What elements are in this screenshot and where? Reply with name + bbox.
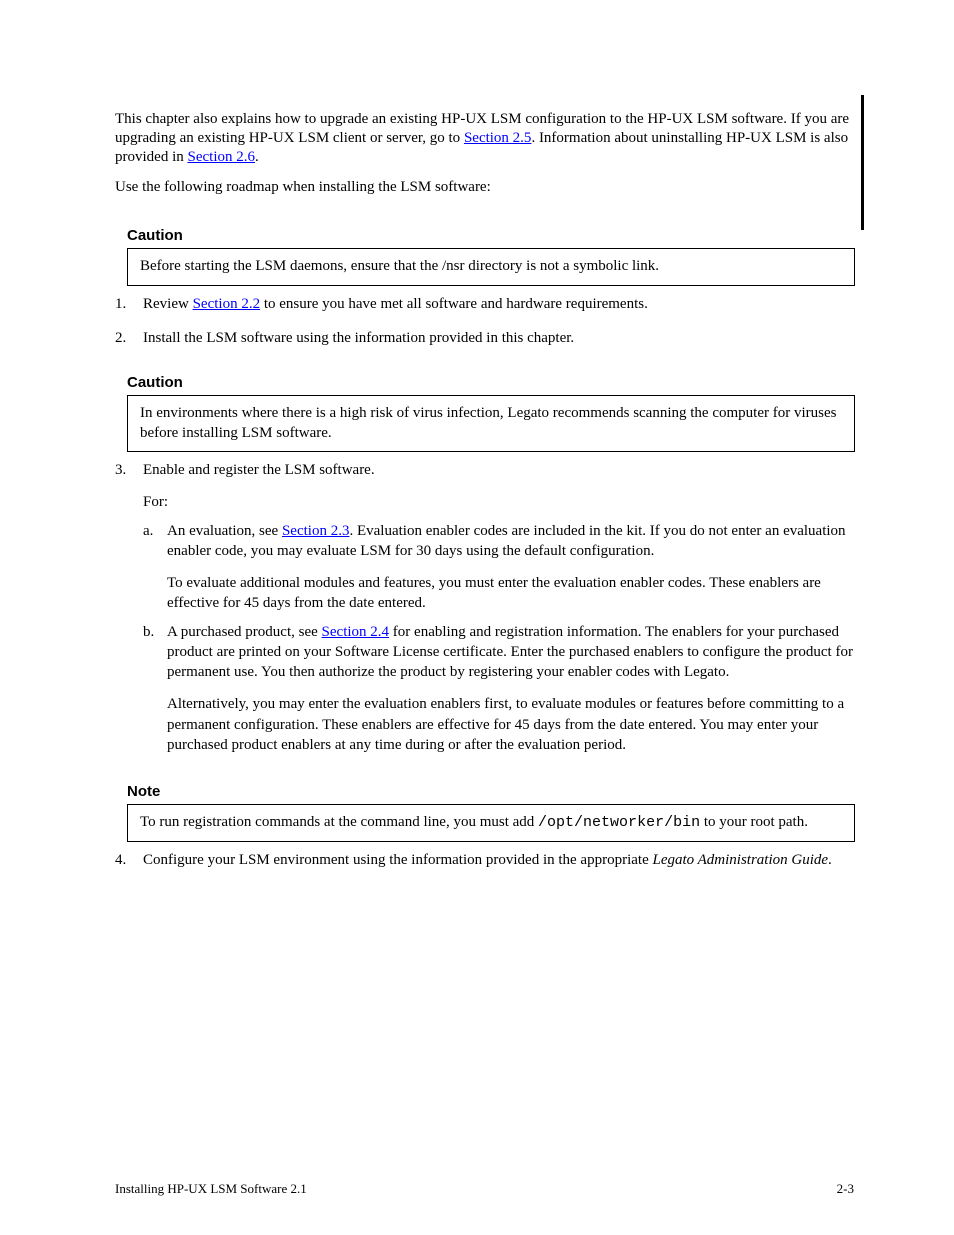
change-bar [861,95,864,230]
substep-b: b. A purchased product, see Section 2.4 … [143,622,855,756]
substep-a: a. An evaluation, see Section 2.3. Evalu… [143,521,855,614]
substep-b-label: b. [143,622,167,756]
step-4-ital: Legato Administration Guide [652,852,828,868]
substep-a-pre: An evaluation, see [167,523,282,539]
step-2: 2. Install the LSM software using the in… [115,328,855,348]
substep-b-p2: Alternatively, you may enter the evaluat… [167,694,855,755]
link-section-2-2[interactable]: Section 2.2 [193,296,261,312]
footer-page: 2-3 [837,1181,854,1197]
step-1-num: 1. [115,294,143,314]
intro-paragraph: This chapter also explains how to upgrad… [115,110,855,166]
step-4: 4. Configure your LSM environment using … [115,850,855,870]
step-1-text-a: Review [143,296,193,312]
footer-section: Installing HP-UX LSM Software 2.1 [115,1181,307,1197]
link-section-2-3[interactable]: Section 2.3 [282,523,350,539]
link-section-2-4[interactable]: Section 2.4 [322,624,390,640]
step-4-post: . [828,852,832,868]
caution-label-2: Caution [127,374,855,391]
substep-a-label: a. [143,521,167,614]
step-4-num: 4. [115,850,143,870]
note-post: to your root path. [700,814,808,830]
step-2-num: 2. [115,328,143,348]
caution-box-1: Before starting the LSM daemons, ensure … [127,248,855,286]
main-content: This chapter also explains how to upgrad… [115,110,855,884]
step-1: 1. Review Section 2.2 to ensure you have… [115,294,855,314]
step-3-num: 3. [115,460,143,759]
roadmap-line: Use the following roadmap when installin… [115,178,855,197]
note-code: /opt/networker/bin [538,814,700,831]
caution-label-1: Caution [127,227,855,244]
step-3-body: Enable and register the LSM software. [143,460,855,480]
step-3: 3. Enable and register the LSM software.… [115,460,855,759]
note-label: Note [127,783,855,800]
note-box: To run registration commands at the comm… [127,804,855,842]
intro-text-c: . [255,149,259,165]
substep-a-p2: To evaluate additional modules and featu… [167,573,855,614]
note-pre: To run registration commands at the comm… [140,814,538,830]
link-section-2-6[interactable]: Section 2.6 [188,149,256,165]
caution-box-2: In environments where there is a high ri… [127,395,855,452]
step-2-body: Install the LSM software using the infor… [143,328,855,348]
substep-b-pre: A purchased product, see [167,624,322,640]
link-section-2-5[interactable]: Section 2.5 [464,130,532,146]
step-4-pre: Configure your LSM environment using the… [143,852,652,868]
step-1-text-b: to ensure you have met all software and … [260,296,648,312]
step-3-for: For: [143,492,855,512]
